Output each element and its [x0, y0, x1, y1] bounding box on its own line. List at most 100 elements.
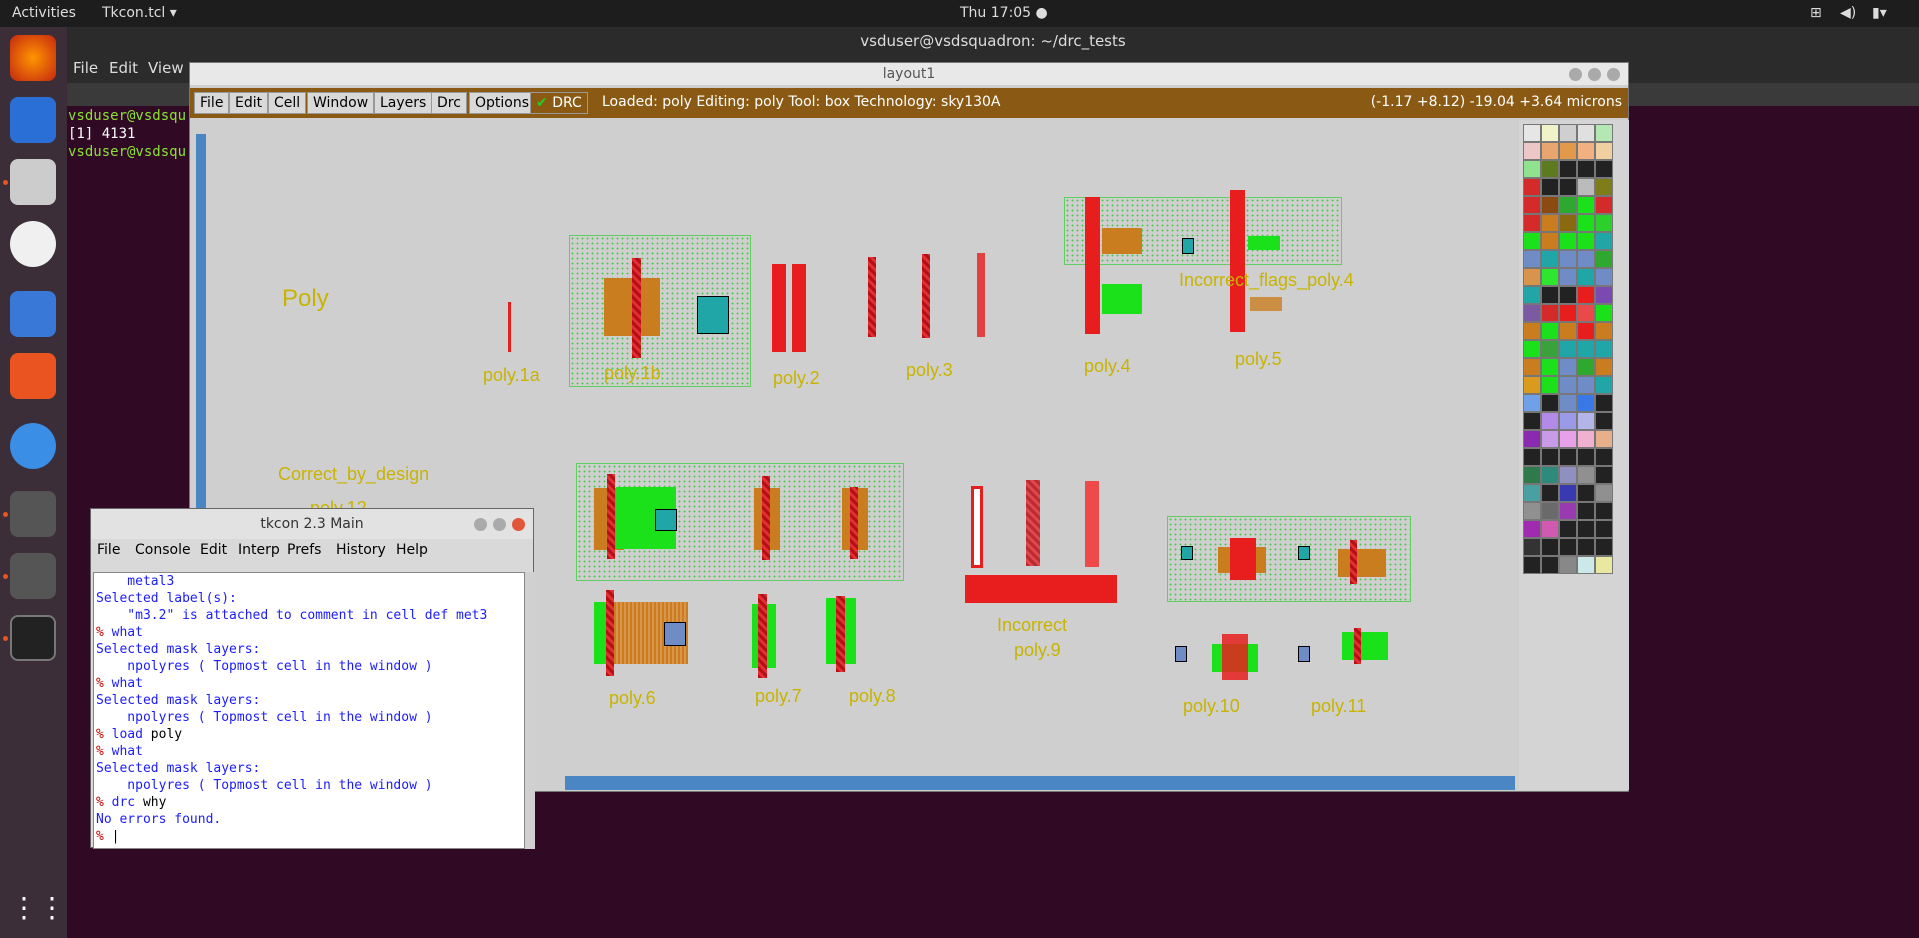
- layer-swatch[interactable]: [1595, 340, 1613, 358]
- layer-swatch[interactable]: [1541, 484, 1559, 502]
- layer-swatch[interactable]: [1577, 466, 1595, 484]
- layer-swatch[interactable]: [1559, 250, 1577, 268]
- layer-swatch[interactable]: [1559, 394, 1577, 412]
- layer-swatch[interactable]: [1577, 250, 1595, 268]
- layer-swatch[interactable]: [1577, 376, 1595, 394]
- layer-swatch[interactable]: [1595, 538, 1613, 556]
- menu-edit[interactable]: Edit: [229, 92, 269, 114]
- layer-swatch[interactable]: [1541, 250, 1559, 268]
- layer-swatch[interactable]: [1541, 394, 1559, 412]
- layer-swatch[interactable]: [1595, 448, 1613, 466]
- layer-swatch[interactable]: [1541, 340, 1559, 358]
- terminal-icon[interactable]: [10, 615, 56, 661]
- app-menu[interactable]: Tkcon.tcl ▾: [102, 5, 177, 21]
- layer-swatch[interactable]: [1541, 466, 1559, 484]
- layer-swatch[interactable]: [1523, 394, 1541, 412]
- layer-swatch[interactable]: [1559, 142, 1577, 160]
- layer-swatch[interactable]: [1523, 358, 1541, 376]
- layer-swatch[interactable]: [1541, 142, 1559, 160]
- layer-swatch[interactable]: [1541, 556, 1559, 574]
- layer-swatch[interactable]: [1595, 394, 1613, 412]
- horizontal-scrollbar[interactable]: [565, 776, 1515, 790]
- app-blocked-icon[interactable]: [10, 553, 56, 599]
- layer-swatch[interactable]: [1559, 268, 1577, 286]
- layer-swatch[interactable]: [1577, 538, 1595, 556]
- tk-menu-interp[interactable]: Interp: [238, 542, 280, 558]
- layer-swatch[interactable]: [1559, 556, 1577, 574]
- layer-swatch[interactable]: [1523, 142, 1541, 160]
- layer-swatch[interactable]: [1523, 196, 1541, 214]
- layer-swatch[interactable]: [1559, 376, 1577, 394]
- layer-swatch[interactable]: [1559, 178, 1577, 196]
- layer-swatch[interactable]: [1559, 520, 1577, 538]
- layer-swatch[interactable]: [1577, 178, 1595, 196]
- battery-icon[interactable]: ▮▾: [1872, 5, 1887, 21]
- layer-swatch[interactable]: [1523, 340, 1541, 358]
- tkcon-console[interactable]: metal3 Selected label(s): "m3.2" is attac…: [93, 572, 525, 849]
- terminal-menu-view[interactable]: View: [148, 59, 184, 77]
- layer-swatch[interactable]: [1523, 448, 1541, 466]
- layer-swatch[interactable]: [1541, 430, 1559, 448]
- layer-swatch[interactable]: [1541, 502, 1559, 520]
- layer-swatch[interactable]: [1577, 412, 1595, 430]
- layer-swatch[interactable]: [1523, 322, 1541, 340]
- network-icon[interactable]: ⊞: [1810, 5, 1822, 21]
- tk-menu-console[interactable]: Console: [135, 542, 191, 558]
- menu-options[interactable]: Options: [469, 92, 536, 114]
- layer-swatch[interactable]: [1595, 322, 1613, 340]
- minimize-icon[interactable]: [1569, 68, 1582, 81]
- layer-swatch[interactable]: [1559, 124, 1577, 142]
- tk-menu-help[interactable]: Help: [396, 542, 428, 558]
- volume-icon[interactable]: ◀): [1840, 5, 1856, 21]
- app-blocked-icon[interactable]: [10, 491, 56, 537]
- terminal-menu-file[interactable]: File: [73, 59, 98, 77]
- layer-swatch[interactable]: [1559, 304, 1577, 322]
- layer-swatch[interactable]: [1577, 394, 1595, 412]
- layer-swatch[interactable]: [1577, 520, 1595, 538]
- layer-swatch[interactable]: [1523, 232, 1541, 250]
- layer-swatch[interactable]: [1541, 232, 1559, 250]
- software-icon[interactable]: [10, 353, 56, 399]
- layer-swatch[interactable]: [1559, 412, 1577, 430]
- layer-swatch[interactable]: [1577, 448, 1595, 466]
- help-icon[interactable]: [10, 423, 56, 469]
- layer-swatch[interactable]: [1523, 484, 1541, 502]
- layer-swatch[interactable]: [1577, 286, 1595, 304]
- layer-swatch[interactable]: [1559, 430, 1577, 448]
- layer-swatch[interactable]: [1541, 304, 1559, 322]
- layer-swatch[interactable]: [1523, 556, 1541, 574]
- layer-swatch[interactable]: [1595, 304, 1613, 322]
- show-apps-icon[interactable]: ⋮⋮: [10, 885, 66, 931]
- writer-icon[interactable]: [10, 291, 56, 337]
- maximize-icon[interactable]: [493, 518, 506, 531]
- layer-swatch[interactable]: [1541, 196, 1559, 214]
- layer-swatch[interactable]: [1595, 142, 1613, 160]
- layer-swatch[interactable]: [1523, 286, 1541, 304]
- layer-swatch[interactable]: [1523, 268, 1541, 286]
- layer-swatch[interactable]: [1559, 358, 1577, 376]
- layer-swatch[interactable]: [1595, 358, 1613, 376]
- activities-button[interactable]: Activities: [12, 5, 76, 21]
- tkcon-scrollbar[interactable]: [525, 572, 535, 849]
- layer-swatch[interactable]: [1541, 412, 1559, 430]
- layer-swatch[interactable]: [1523, 214, 1541, 232]
- layer-swatch[interactable]: [1523, 178, 1541, 196]
- layer-swatch[interactable]: [1541, 448, 1559, 466]
- layer-swatch[interactable]: [1577, 502, 1595, 520]
- layer-swatch[interactable]: [1559, 502, 1577, 520]
- layer-swatch[interactable]: [1541, 214, 1559, 232]
- layer-swatch[interactable]: [1595, 250, 1613, 268]
- layer-swatch[interactable]: [1577, 484, 1595, 502]
- layer-swatch[interactable]: [1523, 520, 1541, 538]
- close-icon[interactable]: [1607, 68, 1620, 81]
- layer-swatch[interactable]: [1541, 286, 1559, 304]
- layer-swatch[interactable]: [1559, 286, 1577, 304]
- layer-swatch[interactable]: [1595, 466, 1613, 484]
- layer-swatch[interactable]: [1559, 538, 1577, 556]
- layer-swatch[interactable]: [1595, 520, 1613, 538]
- menu-cell[interactable]: Cell: [268, 92, 307, 114]
- layer-swatch[interactable]: [1559, 322, 1577, 340]
- close-icon[interactable]: [512, 518, 525, 531]
- layer-swatch[interactable]: [1595, 124, 1613, 142]
- layer-swatch[interactable]: [1541, 538, 1559, 556]
